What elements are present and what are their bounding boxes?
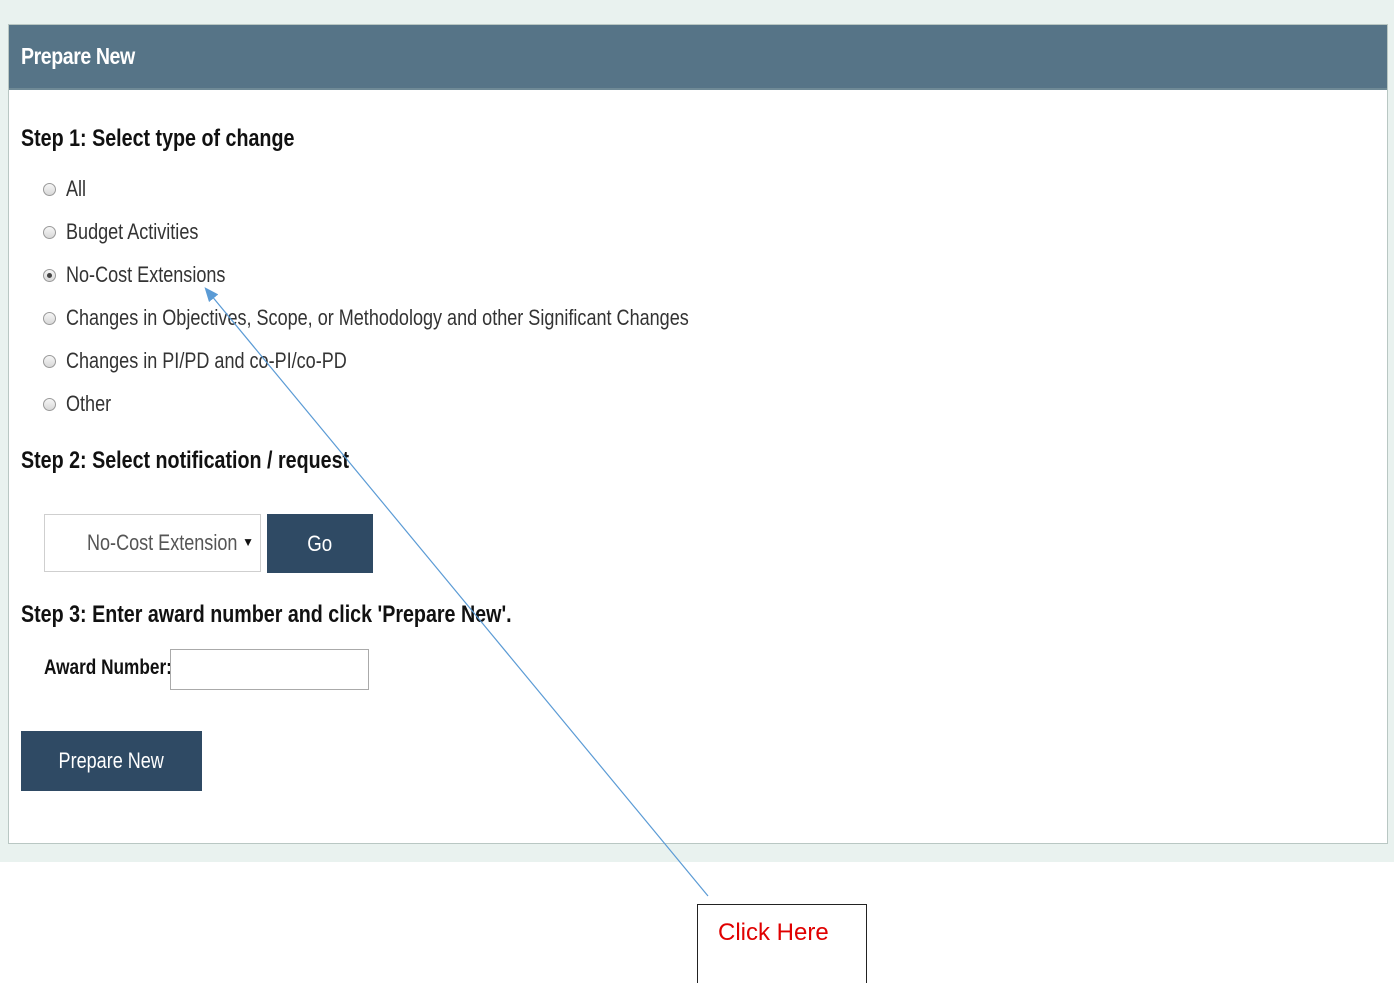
radio-button[interactable]	[43, 182, 56, 196]
radio-option-all[interactable]: All	[43, 176, 90, 202]
step1-heading: Step 1: Select type of change	[21, 125, 295, 152]
radio-option-other[interactable]: Other	[43, 391, 121, 417]
dropdown-arrow-icon: ▼	[242, 535, 254, 549]
award-number-label: Award Number:	[44, 656, 172, 679]
radio-label: Changes in Objectives, Scope, or Methodo…	[66, 305, 689, 330]
radio-button[interactable]	[43, 311, 56, 325]
radio-label: Budget Activities	[66, 219, 199, 244]
click-here-callout: Click Here	[697, 904, 867, 983]
prepare-new-button[interactable]: Prepare New	[21, 731, 202, 791]
radio-label: Changes in PI/PD and co-PI/co-PD	[66, 348, 347, 373]
step3-heading: Step 3: Enter award number and click 'Pr…	[21, 601, 512, 628]
prepare-new-panel: Prepare New Step 1: Select type of chang…	[8, 24, 1388, 844]
step2-heading: Step 2: Select notification / request	[21, 447, 350, 474]
radio-option-no-cost-extensions[interactable]: No-Cost Extensions	[43, 262, 260, 288]
radio-label: All	[66, 176, 87, 201]
radio-button[interactable]	[43, 397, 56, 411]
panel-header: Prepare New	[9, 25, 1387, 90]
radio-option-changes-in-objectives[interactable]: Changes in Objectives, Scope, or Methodo…	[43, 305, 825, 331]
go-button[interactable]: Go	[267, 514, 373, 573]
select-value: No-Cost Extension	[87, 530, 238, 555]
radio-label: No-Cost Extensions	[66, 262, 226, 287]
prepare-new-button-label: Prepare New	[58, 748, 165, 773]
callout-text: Click Here	[718, 919, 829, 946]
radio-option-changes-in-pi[interactable]: Changes in PI/PD and co-PI/co-PD	[43, 348, 408, 374]
radio-option-budget-activities[interactable]: Budget Activities	[43, 219, 227, 245]
radio-button[interactable]	[43, 225, 56, 239]
panel-title: Prepare New	[21, 43, 135, 69]
go-button-label: Go	[307, 530, 333, 556]
notification-request-select[interactable]: No-Cost Extension ▼	[44, 514, 261, 572]
radio-label: Other	[66, 391, 112, 416]
award-number-input[interactable]	[170, 649, 369, 690]
radio-button-selected[interactable]	[43, 268, 56, 282]
radio-button[interactable]	[43, 354, 56, 368]
page: Prepare New Step 1: Select type of chang…	[0, 0, 1394, 983]
